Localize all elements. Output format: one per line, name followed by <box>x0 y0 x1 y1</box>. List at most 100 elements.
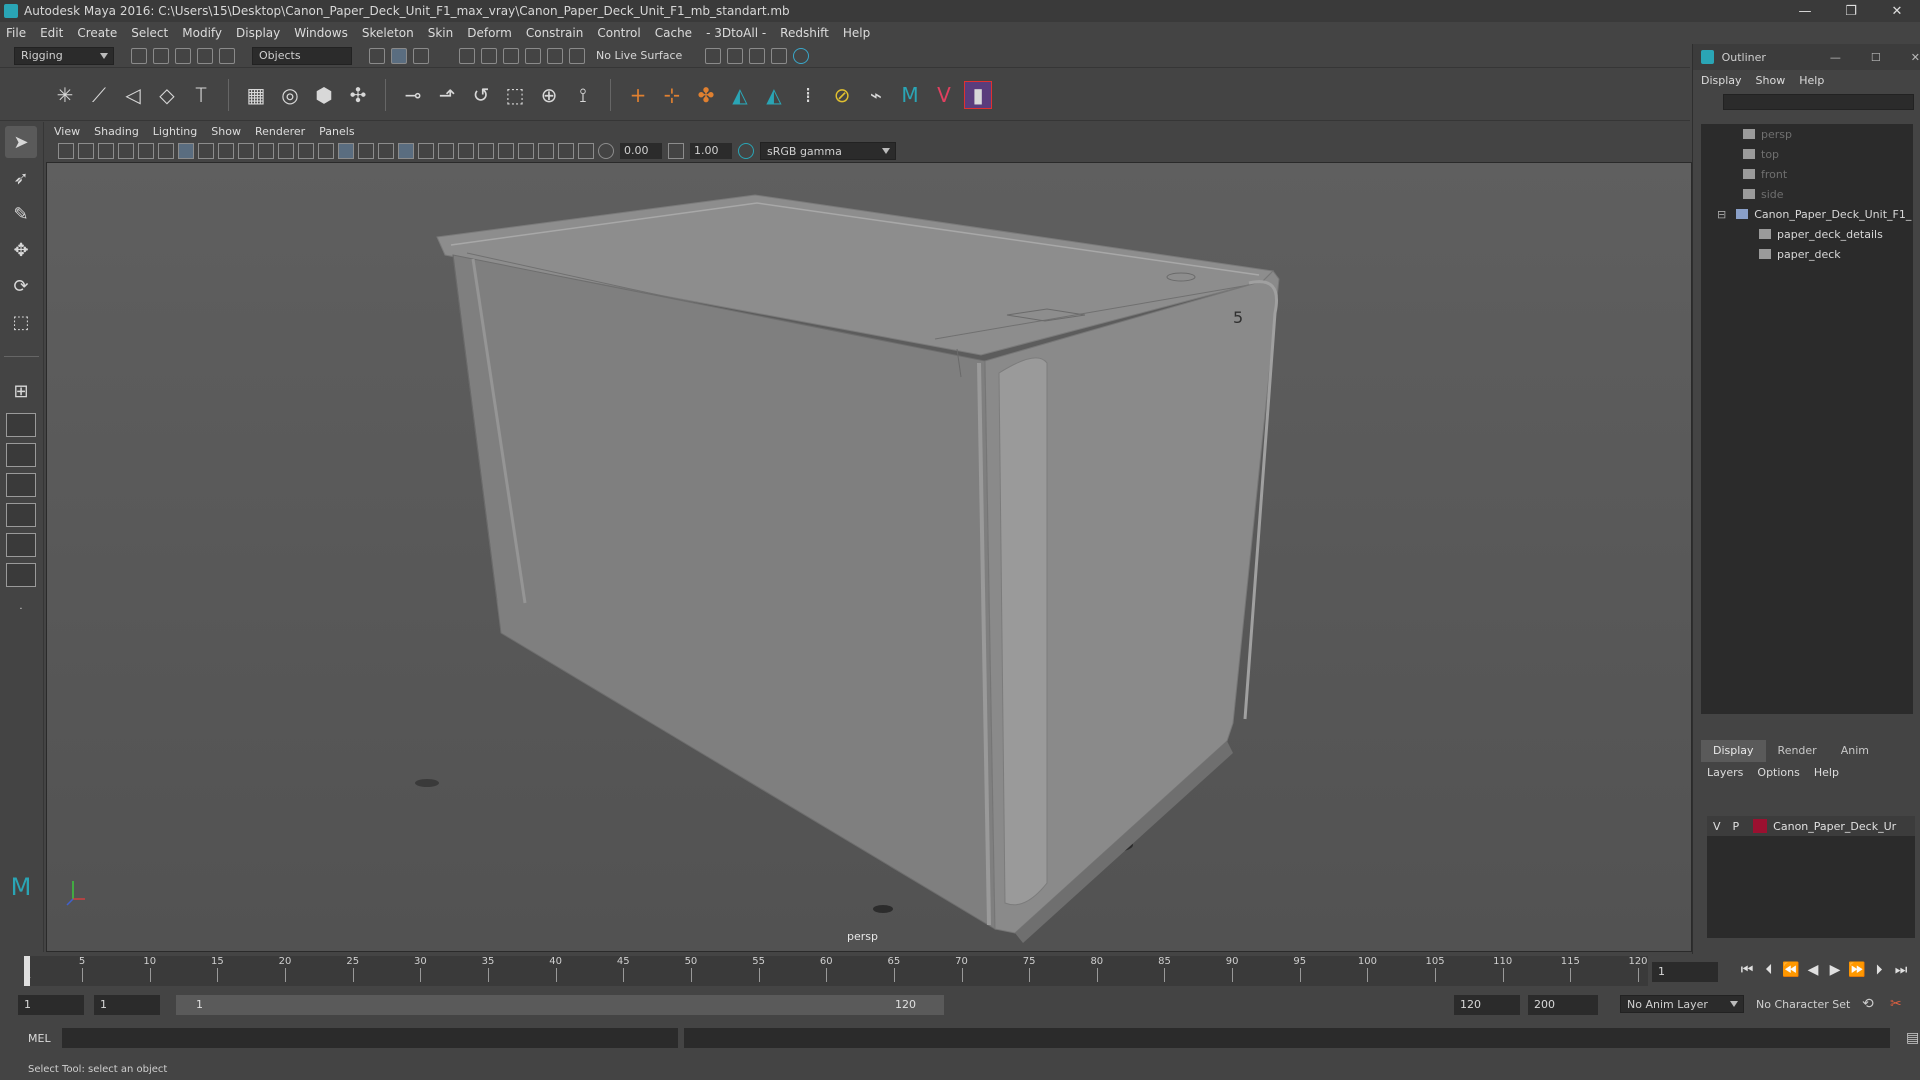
paint-select-icon[interactable]: ✎ <box>5 198 37 230</box>
isolate-select-icon[interactable] <box>538 143 554 159</box>
field-chart-icon[interactable] <box>258 143 274 159</box>
smooth-shade-icon[interactable] <box>338 143 354 159</box>
snap-curve-icon[interactable] <box>481 47 497 64</box>
animation-start-field[interactable]: 1 <box>18 995 84 1015</box>
layout-four-panes-icon[interactable] <box>6 413 36 437</box>
humanik-2-icon[interactable]: ◭ <box>760 81 788 109</box>
rotate-tool-icon[interactable]: ⟳ <box>5 270 37 302</box>
step-back-key-icon[interactable]: ⏪ <box>1780 962 1802 978</box>
layout-outliner-icon[interactable] <box>6 533 36 557</box>
current-frame-marker[interactable] <box>24 956 30 986</box>
current-frame-field[interactable]: 1 <box>1652 962 1718 982</box>
render-current-icon[interactable] <box>705 47 722 64</box>
step-forward-key-icon[interactable]: ⏩ <box>1846 962 1868 978</box>
component-editor-icon[interactable]: ⁞ <box>794 81 822 109</box>
snap-point-icon[interactable] <box>503 47 519 64</box>
menu-skeleton[interactable]: Skeleton <box>362 26 414 40</box>
live-surface-label[interactable]: No Live Surface <box>596 49 682 62</box>
menu-cache[interactable]: Cache <box>655 26 692 40</box>
anim-prefs-icon[interactable]: ✂ <box>1890 996 1902 1012</box>
ik-spline-icon[interactable]: ◁ <box>119 81 147 109</box>
outliner-item-canon-group[interactable]: ⊟ Canon_Paper_Deck_Unit_F1_ <box>1701 204 1913 224</box>
frame-selected-icon[interactable] <box>578 143 594 159</box>
menu-windows[interactable]: Windows <box>294 26 348 40</box>
range-bar[interactable]: 1 120 <box>176 995 944 1015</box>
outliner-maximize-button[interactable]: ☐ <box>1871 51 1881 64</box>
ipr-render-icon[interactable] <box>749 47 766 64</box>
panel-menu-view[interactable]: View <box>54 125 80 138</box>
layer-menu-layers[interactable]: Layers <box>1707 766 1743 779</box>
parent-constraint-icon[interactable]: ⊕ <box>535 81 563 109</box>
auto-key-icon[interactable]: ⟲ <box>1862 996 1874 1012</box>
locator-icon[interactable]: + <box>624 81 652 109</box>
redo-icon[interactable] <box>219 47 235 64</box>
menu-create[interactable]: Create <box>77 26 117 40</box>
timeline-track[interactable]: 1510152025303540455055606570758085909510… <box>24 956 1648 986</box>
menu-file[interactable]: File <box>6 26 26 40</box>
layer-menu-options[interactable]: Options <box>1757 766 1799 779</box>
layout-collapse-icon[interactable]: · <box>5 593 37 625</box>
snap-surface-icon[interactable] <box>547 47 563 64</box>
gamma-field[interactable]: 1.00 <box>690 143 732 159</box>
shadows-icon[interactable] <box>458 143 474 159</box>
collapse-icon[interactable]: ⊟ <box>1717 208 1726 221</box>
snap-grid-icon[interactable] <box>459 47 475 64</box>
3d-viewport[interactable]: 5 persp <box>46 162 1692 952</box>
snap-live-icon[interactable] <box>569 47 585 64</box>
menu-skin[interactable]: Skin <box>428 26 454 40</box>
orient-constraint-icon[interactable]: ↺ <box>467 81 495 109</box>
image-plane-icon[interactable] <box>118 143 134 159</box>
anti-aliasing-icon[interactable] <box>518 143 534 159</box>
snap-view-plane-icon[interactable] <box>525 47 541 64</box>
layer-menu-help[interactable]: Help <box>1814 766 1839 779</box>
undo-icon[interactable] <box>197 47 213 64</box>
outliner-item-front[interactable]: front <box>1701 164 1913 184</box>
menu-display[interactable]: Display <box>236 26 280 40</box>
mirror-joint-icon[interactable]: ⟙ <box>187 81 215 109</box>
outliner-item-side[interactable]: side <box>1701 184 1913 204</box>
xray-joints-icon[interactable] <box>418 143 434 159</box>
anim-layer-dropdown[interactable]: No Anim Layer <box>1620 995 1744 1013</box>
go-to-start-icon[interactable]: ⏮ <box>1736 962 1758 978</box>
menu-edit[interactable]: Edit <box>40 26 63 40</box>
tab-anim[interactable]: Anim <box>1829 740 1881 762</box>
outliner-item-paper-deck[interactable]: paper_deck <box>1701 244 1913 264</box>
xray-icon[interactable] <box>398 143 414 159</box>
panel-menu-renderer[interactable]: Renderer <box>255 125 305 138</box>
layer-color-swatch[interactable] <box>1753 819 1768 833</box>
select-hierarchy-icon[interactable] <box>369 47 385 64</box>
outliner-menu-help[interactable]: Help <box>1799 74 1824 87</box>
menu-redshift[interactable]: Redshift <box>780 26 829 40</box>
camera-select-icon[interactable] <box>58 143 74 159</box>
use-all-lights-icon[interactable] <box>438 143 454 159</box>
panel-menu-panels[interactable]: Panels <box>319 125 354 138</box>
scale-tool-icon[interactable]: ⬚ <box>5 306 37 338</box>
mel-label[interactable]: MEL <box>28 1032 62 1045</box>
layer-list[interactable]: V P Canon_Paper_Deck_Ur <box>1707 816 1915 938</box>
grease-pencil-icon[interactable] <box>158 143 174 159</box>
menu-3dtoall[interactable]: - 3DtoAll - <box>706 26 766 40</box>
wireframe-icon[interactable] <box>318 143 334 159</box>
select-object-icon[interactable] <box>391 47 407 64</box>
outliner-minimize-button[interactable]: — <box>1830 51 1841 64</box>
aim-constraint-icon[interactable]: ⬏ <box>433 81 461 109</box>
step-back-frame-icon[interactable]: ⏴ <box>1758 962 1780 978</box>
layer-row[interactable]: V P Canon_Paper_Deck_Ur <box>1707 816 1915 836</box>
open-scene-icon[interactable] <box>153 47 169 64</box>
bind-skin-icon[interactable]: ▦ <box>242 81 270 109</box>
exposure-icon[interactable] <box>598 143 614 159</box>
panel-menu-shading[interactable]: Shading <box>94 125 139 138</box>
2d-pan-icon[interactable] <box>138 143 154 159</box>
point-constraint-icon[interactable]: ⊸ <box>399 81 427 109</box>
playback-end-field[interactable]: 120 <box>1454 995 1520 1015</box>
gate-mask-icon[interactable] <box>238 143 254 159</box>
scale-constraint-icon[interactable]: ⬚ <box>501 81 529 109</box>
safe-title-icon[interactable] <box>298 143 314 159</box>
cluster-icon[interactable]: ✣ <box>344 81 372 109</box>
bookmark-icon[interactable] <box>98 143 114 159</box>
panel-menu-lighting[interactable]: Lighting <box>153 125 197 138</box>
move-tool-icon[interactable]: ✥ <box>5 234 37 266</box>
lasso-tool-icon[interactable]: ➶ <box>5 162 37 194</box>
play-forward-icon[interactable]: ▶ <box>1824 962 1846 978</box>
frame-all-icon[interactable] <box>558 143 574 159</box>
